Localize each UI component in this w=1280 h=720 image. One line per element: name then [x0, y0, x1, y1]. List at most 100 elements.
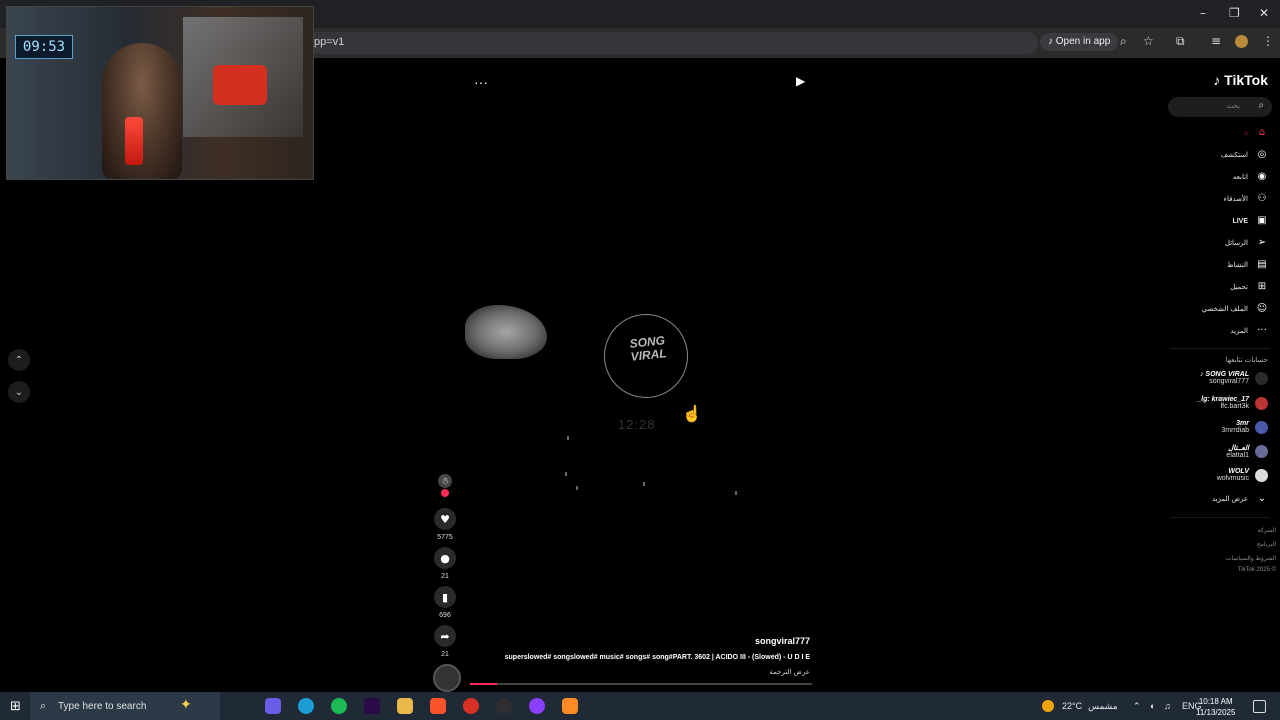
- sidebar-item-upload[interactable]: تحميل ⊞: [1230, 279, 1268, 295]
- minimize-icon[interactable]: –: [1200, 6, 1206, 20]
- follow-button[interactable]: [441, 489, 449, 497]
- star-icon[interactable]: ☆: [1143, 34, 1154, 48]
- activity-icon: ▤: [1257, 259, 1267, 270]
- heart-icon[interactable]: ♥: [434, 508, 456, 530]
- sidebar-divider: [1170, 517, 1270, 518]
- share-icon[interactable]: ➦: [434, 625, 456, 647]
- sidebar-item-explore[interactable]: استكشف ◎: [1221, 147, 1268, 163]
- account-item[interactable]: _lg: krawiec_17 lfc.bart3k: [1197, 396, 1268, 410]
- obs-icon[interactable]: [496, 698, 512, 714]
- see-translation-link[interactable]: عرض الترجمة: [769, 668, 810, 676]
- account-item[interactable]: العــتال elattal1: [1226, 444, 1268, 459]
- weather-icon[interactable]: [1042, 700, 1054, 712]
- open-in-app-button[interactable]: ♪ Open in app: [1040, 33, 1119, 51]
- like-action[interactable]: ♥ 5775: [433, 508, 457, 541]
- next-video-button[interactable]: ⌄: [8, 381, 30, 403]
- volume-icon[interactable]: ♫: [1164, 701, 1171, 711]
- footer-terms-link[interactable]: الشروط والسياسات: [1226, 555, 1276, 562]
- sidebar-item-label: ⌂: [1243, 129, 1248, 137]
- spotify-icon[interactable]: [331, 698, 347, 714]
- brave-icon[interactable]: [430, 698, 446, 714]
- save-count: 696: [439, 612, 451, 619]
- account-display-name: ♪ SONG VIRAL: [1199, 371, 1249, 378]
- copilot-icon[interactable]: [265, 698, 281, 714]
- zoom-icon[interactable]: ⌕: [1120, 34, 1127, 49]
- extensions-icon[interactable]: ⧉: [1176, 34, 1185, 49]
- messages-icon: ➢: [1257, 237, 1267, 248]
- clock-date: 11/13/2025: [1196, 708, 1236, 717]
- taskbar-clock[interactable]: 10:18 AM 11/13/2025: [1196, 696, 1235, 718]
- upload-icon: ⊞: [1257, 281, 1267, 292]
- previous-video-button[interactable]: ⌃: [8, 349, 30, 371]
- sidebar-item-more[interactable]: المزيد ···: [1230, 323, 1268, 339]
- search-icon: ⌕: [40, 699, 47, 712]
- network-icon[interactable]: ◐: [1150, 701, 1155, 711]
- explorer-icon[interactable]: [397, 698, 413, 714]
- hand-cursor-icon: ☝: [682, 406, 702, 423]
- account-username: wolvmusic: [1216, 475, 1249, 482]
- creator-avatar[interactable]: ☃: [438, 474, 452, 488]
- premiere-icon[interactable]: [364, 698, 380, 714]
- sidebar-item-live[interactable]: LIVE ▣: [1232, 213, 1268, 229]
- windows-start-icon[interactable]: ⊞: [10, 699, 21, 714]
- sidebar-item-profile[interactable]: الملف الشخصي ☺: [1202, 301, 1268, 317]
- weather-temp[interactable]: 22°C: [1062, 701, 1082, 711]
- volume-icon[interactable]: ▶: [796, 74, 805, 88]
- webcam-overlay: 09:53: [6, 6, 314, 180]
- account-item[interactable]: ♪ SONG VIRAL songviral777: [1200, 371, 1268, 385]
- address-bar[interactable]: pp=v1: [300, 32, 1038, 54]
- caption-username[interactable]: songviral777: [755, 636, 810, 646]
- music-disc-icon[interactable]: [433, 664, 461, 692]
- maximize-icon[interactable]: ❐: [1229, 6, 1240, 20]
- account-item[interactable]: WOLV wolvmusic: [1217, 468, 1268, 482]
- bookmark-icon[interactable]: ▮: [434, 586, 456, 608]
- profile-avatar[interactable]: [1235, 35, 1248, 48]
- following-accounts-title: حسابات تتابعها: [1225, 357, 1268, 364]
- footer-program-link[interactable]: البرنامج: [1257, 541, 1276, 548]
- taskbar-search-text: Type here to search: [58, 701, 147, 712]
- comment-icon[interactable]: ●: [434, 547, 456, 569]
- video-particle: [565, 472, 567, 476]
- sidebar-item-label: الملف الشخصي: [1201, 306, 1248, 313]
- account-item[interactable]: 3mr 3mrrdiab: [1221, 420, 1268, 434]
- video-particle: [735, 491, 737, 495]
- share-action[interactable]: ➦ 21: [433, 625, 457, 658]
- notification-icon[interactable]: [1253, 700, 1266, 713]
- video-progress-fill: [470, 683, 498, 685]
- tray-chevron-icon[interactable]: ⌃: [1133, 701, 1141, 712]
- weather-label[interactable]: مشمس: [1088, 701, 1118, 712]
- search-box[interactable]: بحث ⌕: [1168, 97, 1272, 117]
- avatar: [1255, 445, 1268, 458]
- share-count: 21: [441, 651, 449, 658]
- account-username: songviral777: [1209, 378, 1249, 385]
- sidebar-item-home[interactable]: ⌂ ⌂: [1244, 125, 1268, 141]
- tiktok-note-icon: ♪: [1213, 72, 1221, 88]
- video-particle: [576, 486, 578, 490]
- sparkle-icon[interactable]: ✦: [180, 696, 196, 712]
- comment-action[interactable]: ● 21: [433, 547, 457, 580]
- footer-company-link[interactable]: الشركة: [1258, 527, 1276, 534]
- see-more-label: عرض المزيد: [1211, 496, 1248, 503]
- menu-icon[interactable]: ⋮: [1262, 34, 1274, 48]
- sublime-icon[interactable]: [562, 698, 578, 714]
- edge-icon[interactable]: [298, 698, 314, 714]
- sidebar-item-messages[interactable]: الرسائل ➢: [1225, 235, 1268, 251]
- sidebar-item-label: الأصدقاء: [1223, 196, 1248, 203]
- close-icon[interactable]: ✕: [1259, 6, 1269, 20]
- media-icon[interactable]: ≡: [1211, 34, 1221, 48]
- save-action[interactable]: ▮ 696: [433, 586, 457, 619]
- see-more-button[interactable]: عرض المزيد ⌄: [1212, 491, 1268, 507]
- taskview-icon[interactable]: [232, 698, 248, 714]
- digital-clock: 09:53: [15, 35, 73, 59]
- sidebar-item-friends[interactable]: الأصدقاء ⚇: [1224, 191, 1268, 207]
- windows-taskbar: ⊞ ⌕ Type here to search ✦ 22°C مشمس ⌃ ◐ …: [0, 692, 1280, 720]
- video-progress-bar[interactable]: [470, 683, 812, 685]
- search-icon[interactable]: ⌕: [1258, 100, 1264, 111]
- sidebar-item-activity[interactable]: النشاط ▤: [1227, 257, 1268, 273]
- messenger-icon[interactable]: [529, 698, 545, 714]
- chrome-icon[interactable]: [463, 698, 479, 714]
- tiktok-logo[interactable]: ♪ TikTok: [1213, 72, 1268, 88]
- sidebar-item-following[interactable]: اتابعه ◉: [1233, 169, 1268, 185]
- video-menu-button[interactable]: ···: [474, 74, 488, 90]
- account-display-name: _lg: krawiec_17: [1197, 396, 1249, 403]
